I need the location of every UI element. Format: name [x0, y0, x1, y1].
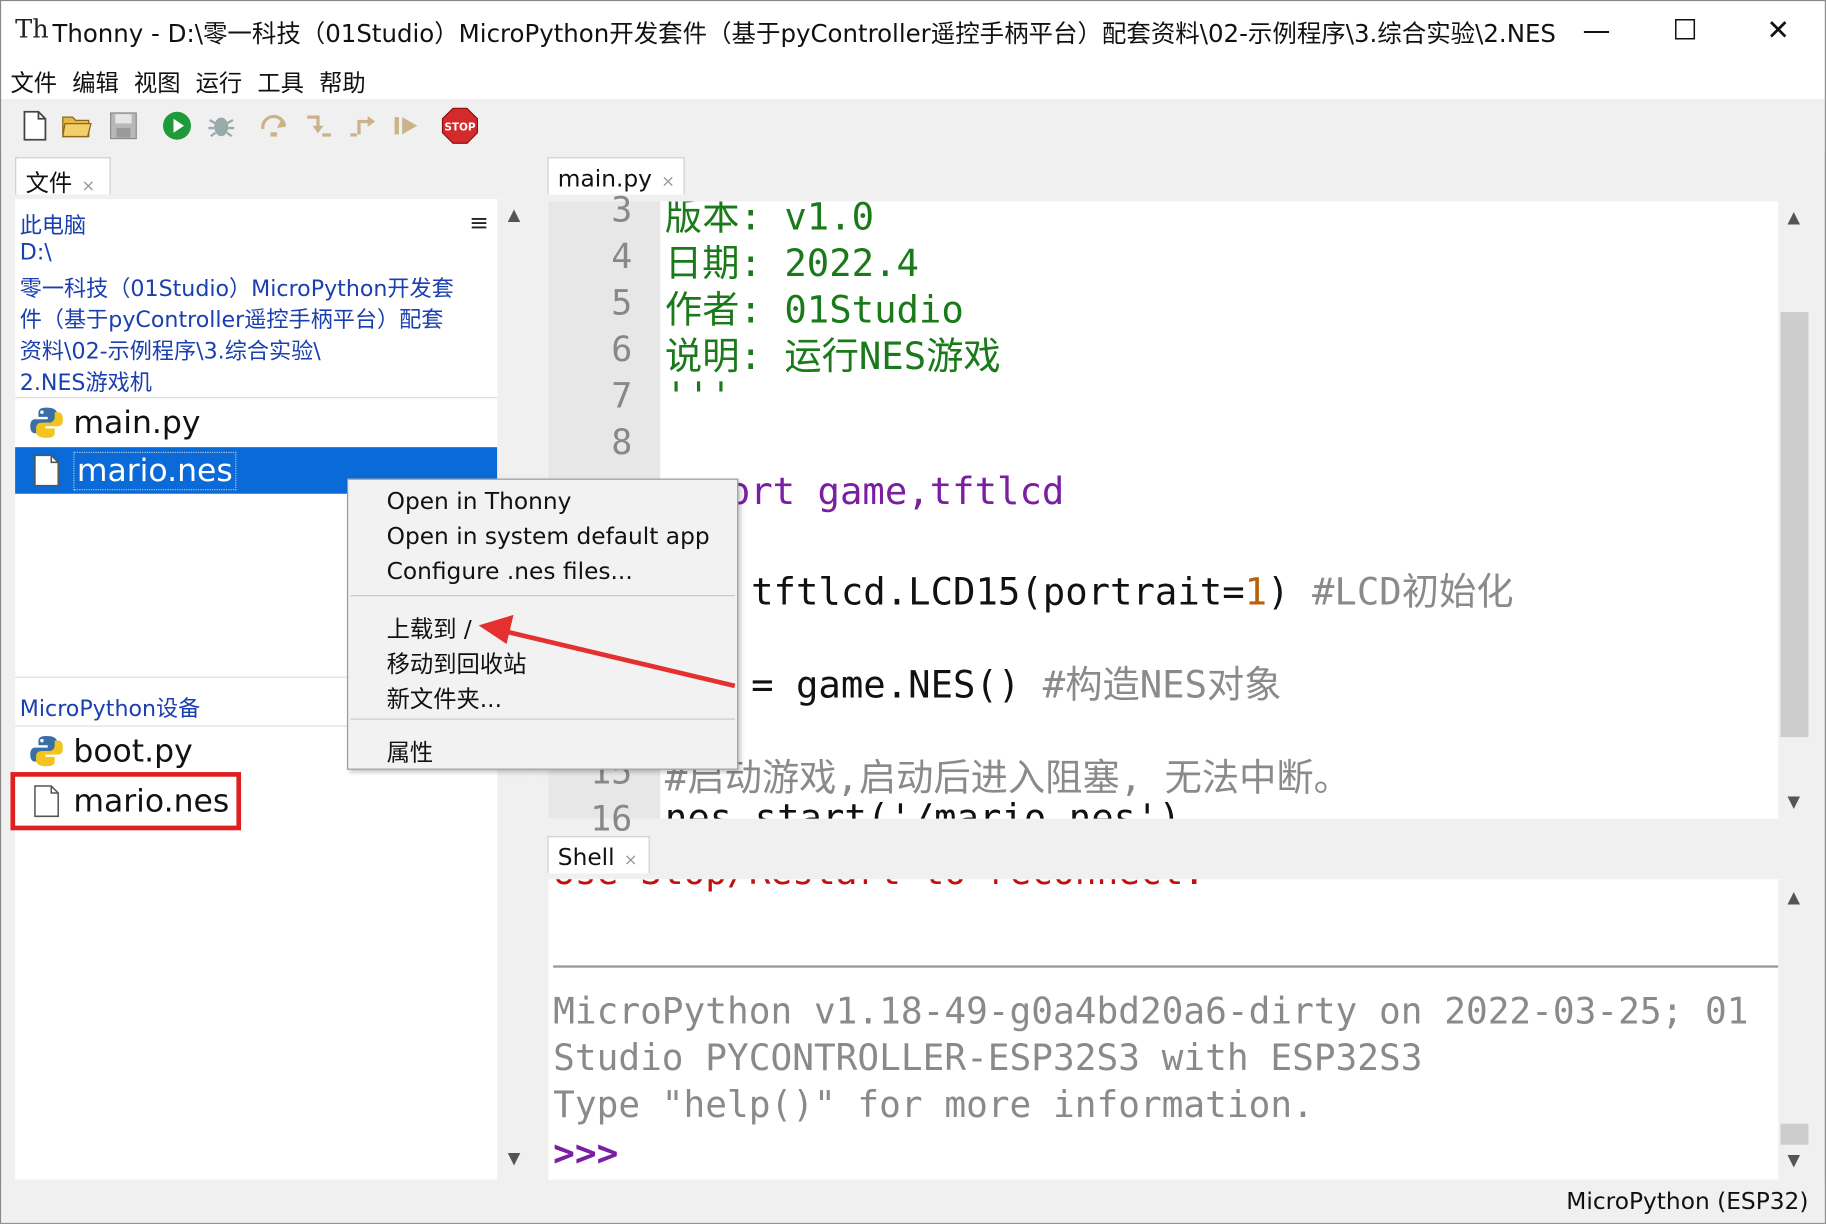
annotation-arrow — [478, 614, 736, 689]
interpreter-status[interactable]: MicroPython (ESP32) — [1566, 1187, 1808, 1215]
thonny-window: Th Thonny - D:\零一科技（01Studio）MicroPython… — [0, 0, 1826, 1224]
status-bar: MicroPython (ESP32) — [1, 1181, 1825, 1223]
